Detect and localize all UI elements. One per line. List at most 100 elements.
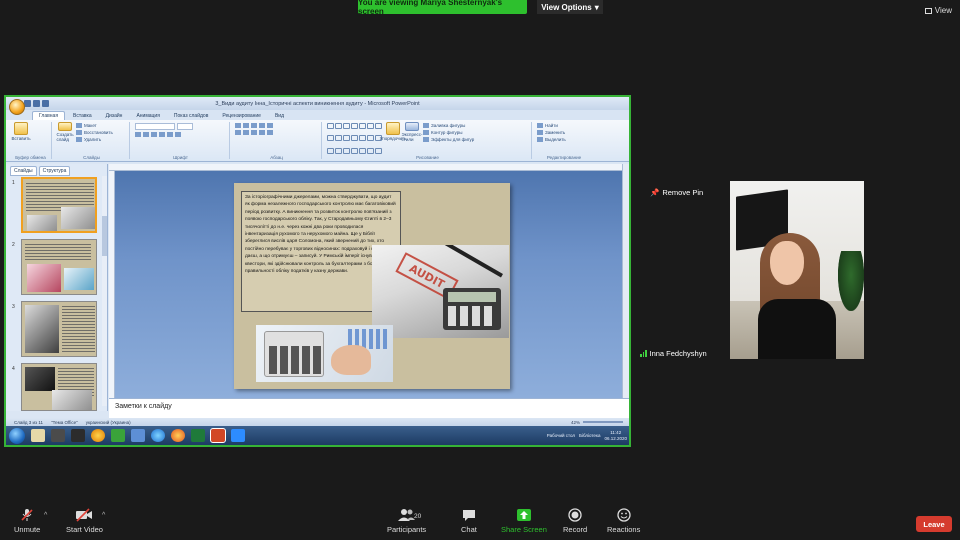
tab-outline[interactable]: Структура — [38, 166, 71, 176]
chat-icon — [462, 508, 476, 522]
tab-insert[interactable]: Вставка — [67, 112, 98, 120]
record-label: Record — [563, 525, 588, 534]
paste-button[interactable]: Вставить — [11, 122, 31, 142]
zoom-icon[interactable] — [231, 429, 245, 442]
chevron-up-icon[interactable]: ^ — [44, 512, 47, 519]
new-slide-button[interactable]: Создать слайд — [56, 122, 74, 142]
tab-home[interactable]: Главная — [32, 111, 66, 120]
find-button[interactable]: Найти — [537, 123, 566, 128]
quick-styles-icon — [405, 122, 419, 131]
shape-outline-label: Контур фигуры — [431, 130, 463, 135]
zoom-control[interactable]: 42% — [570, 419, 629, 425]
shapes-gallery[interactable] — [327, 122, 382, 159]
font-format-buttons[interactable] — [135, 132, 193, 137]
tab-review[interactable]: Рецензирование — [216, 112, 267, 120]
participant-video[interactable] — [730, 181, 864, 359]
participants-button[interactable]: Participants — [387, 508, 426, 534]
font-size-field[interactable] — [177, 123, 193, 130]
chat-button[interactable]: Chat — [461, 508, 477, 534]
reactions-icon — [617, 508, 631, 522]
calendar-icon[interactable] — [51, 429, 65, 442]
clock-date: 06.12.2020 — [604, 435, 627, 441]
firefox-icon[interactable] — [171, 429, 185, 442]
muted-mic-icon — [20, 508, 34, 522]
torrent-icon[interactable] — [111, 429, 125, 442]
arrange-button[interactable]: Упорядочить — [380, 122, 406, 142]
zoom-level: 42% — [570, 419, 580, 425]
current-slide[interactable]: За історіографічними джерелами, можна ст… — [234, 183, 510, 389]
reset-button[interactable]: Восстановить — [76, 130, 113, 135]
thumb-number: 1 — [12, 180, 15, 186]
reactions-button[interactable]: Reactions — [607, 508, 640, 534]
participants-count: 20 — [414, 513, 422, 520]
font-name-field[interactable] — [135, 123, 175, 130]
layout-button[interactable]: Макет — [76, 123, 113, 128]
list-buttons[interactable] — [235, 123, 273, 128]
slide-scrollbar[interactable] — [622, 164, 629, 398]
outline-icon — [423, 130, 429, 135]
shape-fill-button[interactable]: Заливка фигуры — [423, 123, 474, 128]
thumbnail-scrollbar[interactable] — [102, 176, 107, 406]
notes-pane[interactable]: Заметки к слайду — [109, 398, 629, 418]
layout-icon — [76, 123, 82, 128]
browser-icon[interactable] — [151, 429, 165, 442]
tab-slides[interactable]: Слайды — [10, 166, 37, 176]
replace-button[interactable]: Заменить — [537, 130, 566, 135]
align-buttons[interactable] — [235, 130, 273, 135]
chat-label: Chat — [461, 525, 477, 534]
share-screen-icon — [516, 508, 532, 522]
network-icon[interactable] — [131, 429, 145, 442]
view-options-button[interactable]: View Options ▾ — [537, 0, 603, 14]
tab-design[interactable]: Дизайн — [100, 112, 129, 120]
office-button-icon[interactable] — [9, 99, 25, 115]
clock[interactable]: 11:42 06.12.2020 — [604, 430, 627, 442]
delete-label: Удалить — [84, 137, 102, 142]
share-screen-label: Share Screen — [501, 525, 547, 534]
unmute-label: Unmute — [14, 525, 41, 534]
hand-shape — [331, 345, 371, 375]
shape-effects-button[interactable]: Эффекты для фигур — [423, 137, 474, 142]
ribbon: Вставить Буфер обмена Создать слайд Маке… — [6, 120, 629, 162]
remove-pin-button[interactable]: 📌 Remove Pin — [650, 188, 703, 197]
slides-group: Создать слайд Макет Восстановить Удалить… — [54, 122, 130, 160]
view-button[interactable]: View — [924, 6, 952, 15]
paragraph-group-label: Абзац — [270, 155, 283, 160]
share-banner: You are viewing Mariya Shesternyak's scr… — [358, 0, 527, 16]
shape-outline-button[interactable]: Контур фигуры — [423, 130, 474, 135]
language: украинский (Украина) — [85, 419, 131, 425]
plant-shape — [838, 251, 864, 311]
library-label[interactable]: Бібліотека — [579, 433, 600, 438]
effects-icon — [423, 137, 429, 142]
calculator-shape — [443, 288, 501, 330]
slide-position: Слайд 3 из 11 — [14, 419, 44, 425]
delete-button[interactable]: Удалить — [76, 137, 113, 142]
record-icon — [568, 508, 582, 522]
folder-icon[interactable] — [31, 429, 45, 442]
start-button-icon[interactable] — [9, 427, 25, 444]
media-player-icon[interactable] — [91, 429, 105, 442]
video-off-icon — [75, 508, 93, 522]
select-button[interactable]: Выделить — [537, 137, 566, 142]
tab-slideshow[interactable]: Показ слайдов — [168, 112, 214, 120]
app-icon[interactable] — [71, 429, 85, 442]
horizontal-ruler — [109, 164, 622, 171]
chevron-up-icon[interactable]: ^ — [102, 512, 105, 519]
calculator-image[interactable] — [256, 325, 393, 382]
leave-button[interactable]: Leave — [916, 516, 952, 532]
slide-thumbnail[interactable] — [21, 239, 97, 295]
record-button[interactable]: Record — [563, 508, 587, 534]
unmute-button[interactable]: Unmute — [14, 508, 40, 534]
zoom-slider[interactable] — [583, 421, 623, 423]
slide-thumbnail[interactable] — [21, 363, 97, 411]
slide-thumbnail[interactable] — [21, 301, 97, 357]
desktop-label[interactable]: Рабочий стол — [547, 433, 575, 438]
tab-animation[interactable]: Анимация — [130, 112, 165, 120]
tab-view[interactable]: Вид — [269, 112, 290, 120]
excel-icon[interactable] — [191, 429, 205, 442]
slide-thumbnail[interactable] — [21, 177, 97, 233]
powerpoint-icon[interactable] — [210, 428, 226, 443]
quick-styles-button[interactable]: Экспресс-стили — [402, 122, 422, 142]
start-video-button[interactable]: Start Video — [66, 508, 103, 534]
share-screen-button[interactable]: Share Screen — [501, 508, 547, 534]
thumb-number: 2 — [12, 242, 15, 248]
